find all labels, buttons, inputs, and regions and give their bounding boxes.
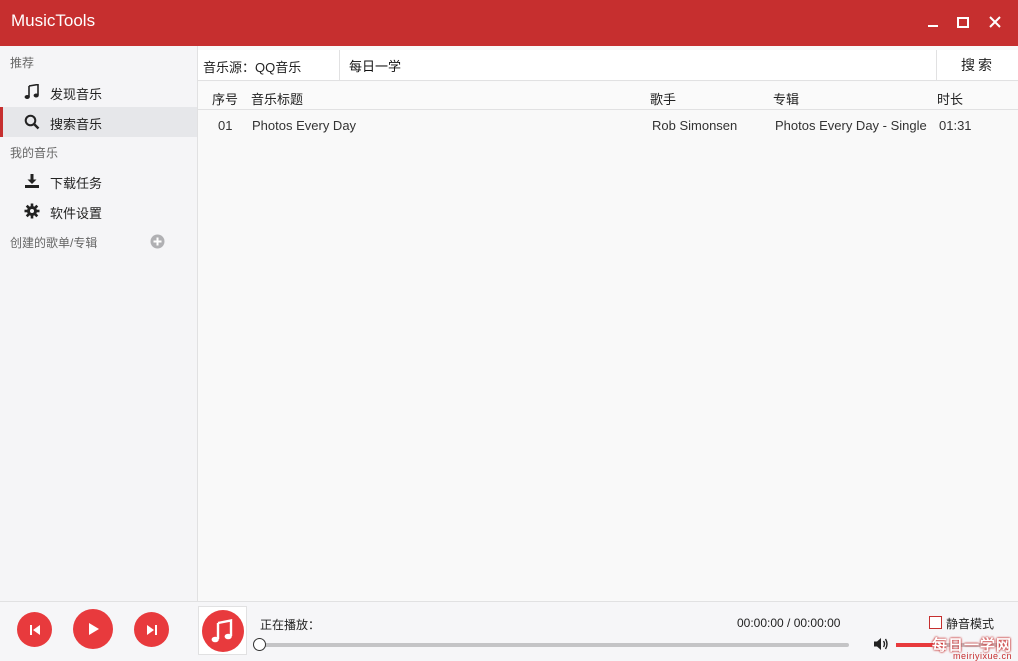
sidebar: 推荐 发现音乐 搜索音乐 我的音乐 下载任务 软件设置 创建的歌单/专辑 (0, 46, 198, 601)
gear-icon (24, 203, 40, 219)
section-playlists: 创建的歌单/专辑 (10, 236, 98, 250)
app-title: MusicTools (11, 11, 96, 30)
minimize-icon[interactable] (922, 12, 944, 34)
watermark: 每日一学网 meiriyixue.cn (894, 634, 1016, 661)
previous-button[interactable] (17, 612, 52, 647)
play-icon (89, 623, 99, 635)
add-circle-icon[interactable] (150, 234, 165, 249)
sidebar-item-label: 软件设置 (50, 206, 103, 221)
sidebar-item-downloads[interactable]: 下载任务 (0, 166, 197, 196)
close-icon[interactable] (984, 12, 1006, 34)
sidebar-item-label: 搜索音乐 (50, 117, 103, 132)
row-duration: 01:31 (939, 118, 972, 133)
player-bar: 正在播放： 00:00:00 / 00:00:00 静音模式 每日一学网 mei… (0, 601, 1018, 661)
previous-icon (29, 624, 40, 635)
playback-time: 00:00:00 / 00:00:00 (737, 616, 841, 630)
music-note-icon (211, 619, 233, 643)
column-title[interactable]: 音乐标题 (251, 89, 303, 108)
column-artist[interactable]: 歌手 (650, 89, 676, 108)
sidebar-item-label: 下载任务 (50, 176, 103, 191)
now-playing-label: 正在播放： (260, 618, 321, 632)
progress-bar[interactable] (257, 643, 849, 647)
album-disc (202, 610, 244, 652)
row-title: Photos Every Day (252, 118, 357, 133)
row-album: Photos Every Day - Single (775, 118, 927, 133)
volume-icon[interactable] (873, 636, 889, 652)
column-duration[interactable]: 时长 (937, 89, 963, 108)
search-icon (24, 114, 40, 130)
section-my-music: 我的音乐 (10, 146, 59, 160)
column-album[interactable]: 专辑 (773, 89, 799, 108)
title-bar: MusicTools (0, 0, 1018, 46)
row-artist: Rob Simonsen (652, 118, 738, 133)
mute-label[interactable]: 静音模式 (946, 615, 994, 632)
mute-checkbox[interactable] (929, 616, 942, 629)
table-row[interactable]: 01 Photos Every Day Rob Simonsen Photos … (198, 111, 1018, 140)
next-icon (146, 624, 157, 635)
search-input[interactable] (339, 50, 937, 80)
column-index[interactable]: 序号 (212, 89, 238, 108)
search-bar: 音乐源：QQ音乐 搜索 (198, 50, 1018, 81)
sidebar-item-discover[interactable]: 发现音乐 (0, 77, 197, 107)
sidebar-item-label: 发现音乐 (50, 87, 103, 102)
sidebar-item-settings[interactable]: 软件设置 (0, 196, 197, 226)
results-table-header: 序号 音乐标题 歌手 专辑 时长 (198, 82, 1018, 110)
album-cover[interactable] (198, 606, 247, 655)
music-source-label[interactable]: 音乐源：QQ音乐 (203, 57, 301, 76)
music-note-icon (24, 83, 40, 100)
search-button[interactable]: 搜索 (938, 50, 1018, 80)
watermark-sub: meiriyixue.cn (952, 651, 1012, 661)
row-index: 01 (218, 118, 233, 133)
play-button[interactable] (73, 609, 113, 649)
maximize-icon[interactable] (952, 12, 974, 34)
section-recommend: 推荐 (10, 56, 35, 70)
progress-knob[interactable] (253, 638, 266, 651)
next-button[interactable] (134, 612, 169, 647)
sidebar-item-search[interactable]: 搜索音乐 (0, 107, 197, 137)
download-icon (24, 173, 40, 189)
